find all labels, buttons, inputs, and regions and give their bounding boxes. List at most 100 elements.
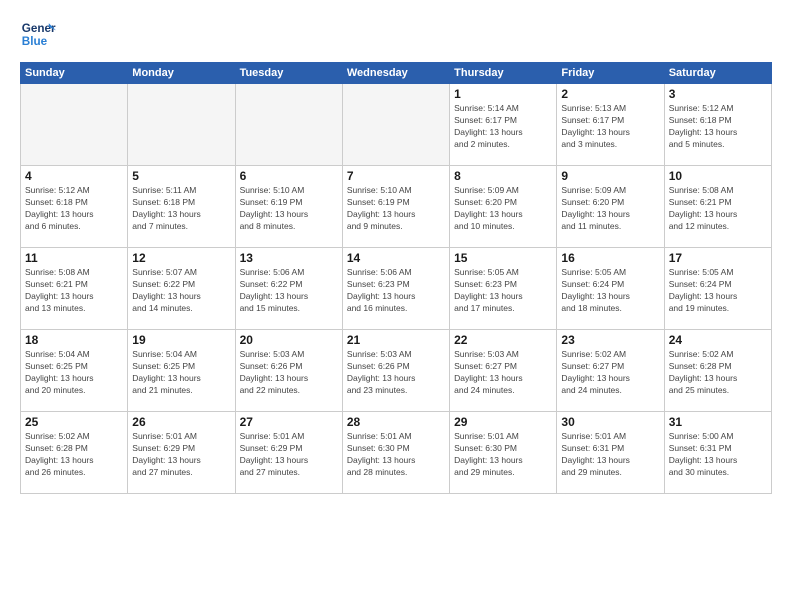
week-row-4: 18 Sunrise: 5:04 AM Sunset: 6:25 PM Dayli… (21, 330, 772, 412)
cell-day-number: 19 (132, 333, 230, 347)
cell-day-number: 5 (132, 169, 230, 183)
calendar-cell: 14 Sunrise: 5:06 AM Sunset: 6:23 PM Dayli… (342, 248, 449, 330)
calendar-cell: 11Sunrise: 5:08 AM Sunset: 6:21 PM Dayli… (21, 248, 128, 330)
cell-info: Sunrise: 5:04 AM Sunset: 6:25 PM Dayligh… (132, 349, 230, 397)
cell-info: Sunrise: 5:01 AM Sunset: 6:29 PM Dayligh… (240, 431, 338, 479)
calendar-cell: 17Sunrise: 5:05 AM Sunset: 6:24 PM Dayli… (664, 248, 771, 330)
calendar-cell: 28Sunrise: 5:01 AM Sunset: 6:30 PM Dayli… (342, 412, 449, 494)
cell-day-number: 30 (561, 415, 659, 429)
cell-info: Sunrise: 5:01 AM Sunset: 6:30 PM Dayligh… (347, 431, 445, 479)
calendar-cell: 26 Sunrise: 5:01 AM Sunset: 6:29 PM Dayli… (128, 412, 235, 494)
cell-info: Sunrise: 5:10 AM Sunset: 6:19 PM Dayligh… (347, 185, 445, 233)
cell-day-number: 24 (669, 333, 767, 347)
calendar-body: 1Sunrise: 5:14 AM Sunset: 6:17 PM Daylig… (21, 84, 772, 494)
cell-info: Sunrise: 5:01 AM Sunset: 6:31 PM Dayligh… (561, 431, 659, 479)
calendar-cell (21, 84, 128, 166)
cell-day-number: 10 (669, 169, 767, 183)
calendar-cell: 23 Sunrise: 5:02 AM Sunset: 6:27 PM Dayli… (557, 330, 664, 412)
cell-info: Sunrise: 5:06 AM Sunset: 6:22 PM Dayligh… (240, 267, 338, 315)
cell-day-number: 20 (240, 333, 338, 347)
day-header-tuesday: Tuesday (235, 63, 342, 84)
cell-day-number: 18 (25, 333, 123, 347)
day-header-friday: Friday (557, 63, 664, 84)
cell-day-number: 8 (454, 169, 552, 183)
calendar-cell: 4Sunrise: 5:12 AM Sunset: 6:18 PM Daylig… (21, 166, 128, 248)
cell-info: Sunrise: 5:11 AM Sunset: 6:18 PM Dayligh… (132, 185, 230, 233)
calendar-cell: 30 Sunrise: 5:01 AM Sunset: 6:31 PM Dayli… (557, 412, 664, 494)
day-header-wednesday: Wednesday (342, 63, 449, 84)
day-header-sunday: Sunday (21, 63, 128, 84)
cell-info: Sunrise: 5:07 AM Sunset: 6:22 PM Dayligh… (132, 267, 230, 315)
cell-day-number: 11 (25, 251, 123, 265)
day-header-row: SundayMondayTuesdayWednesdayThursdayFrid… (21, 63, 772, 84)
calendar-cell: 20 Sunrise: 5:03 AM Sunset: 6:26 PM Dayli… (235, 330, 342, 412)
calendar-cell: 18 Sunrise: 5:04 AM Sunset: 6:25 PM Dayli… (21, 330, 128, 412)
calendar: SundayMondayTuesdayWednesdayThursdayFrid… (20, 62, 772, 494)
calendar-cell: 2 Sunrise: 5:13 AM Sunset: 6:17 PM Daylig… (557, 84, 664, 166)
calendar-cell: 5 Sunrise: 5:11 AM Sunset: 6:18 PM Daylig… (128, 166, 235, 248)
cell-day-number: 23 (561, 333, 659, 347)
cell-info: Sunrise: 5:05 AM Sunset: 6:24 PM Dayligh… (669, 267, 767, 315)
calendar-cell: 27 Sunrise: 5:01 AM Sunset: 6:29 PM Dayli… (235, 412, 342, 494)
svg-text:Blue: Blue (22, 35, 48, 48)
cell-info: Sunrise: 5:02 AM Sunset: 6:28 PM Dayligh… (25, 431, 123, 479)
week-row-3: 11Sunrise: 5:08 AM Sunset: 6:21 PM Dayli… (21, 248, 772, 330)
cell-day-number: 27 (240, 415, 338, 429)
cell-info: Sunrise: 5:09 AM Sunset: 6:20 PM Dayligh… (561, 185, 659, 233)
cell-info: Sunrise: 5:00 AM Sunset: 6:31 PM Dayligh… (669, 431, 767, 479)
cell-info: Sunrise: 5:03 AM Sunset: 6:27 PM Dayligh… (454, 349, 552, 397)
calendar-header: SundayMondayTuesdayWednesdayThursdayFrid… (21, 63, 772, 84)
cell-day-number: 2 (561, 87, 659, 101)
cell-info: Sunrise: 5:01 AM Sunset: 6:29 PM Dayligh… (132, 431, 230, 479)
page: General Blue SundayMondayTuesdayWednesda… (0, 0, 792, 612)
cell-day-number: 22 (454, 333, 552, 347)
calendar-cell: 29Sunrise: 5:01 AM Sunset: 6:30 PM Dayli… (450, 412, 557, 494)
cell-day-number: 3 (669, 87, 767, 101)
cell-day-number: 9 (561, 169, 659, 183)
calendar-cell (235, 84, 342, 166)
calendar-cell (342, 84, 449, 166)
cell-day-number: 26 (132, 415, 230, 429)
logo: General Blue (20, 16, 60, 52)
cell-day-number: 31 (669, 415, 767, 429)
cell-info: Sunrise: 5:06 AM Sunset: 6:23 PM Dayligh… (347, 267, 445, 315)
cell-info: Sunrise: 5:03 AM Sunset: 6:26 PM Dayligh… (240, 349, 338, 397)
calendar-cell (128, 84, 235, 166)
cell-day-number: 16 (561, 251, 659, 265)
cell-day-number: 21 (347, 333, 445, 347)
calendar-cell: 21Sunrise: 5:03 AM Sunset: 6:26 PM Dayli… (342, 330, 449, 412)
cell-day-number: 13 (240, 251, 338, 265)
calendar-cell: 13 Sunrise: 5:06 AM Sunset: 6:22 PM Dayli… (235, 248, 342, 330)
calendar-cell: 10Sunrise: 5:08 AM Sunset: 6:21 PM Dayli… (664, 166, 771, 248)
week-row-2: 4Sunrise: 5:12 AM Sunset: 6:18 PM Daylig… (21, 166, 772, 248)
cell-info: Sunrise: 5:14 AM Sunset: 6:17 PM Dayligh… (454, 103, 552, 151)
cell-info: Sunrise: 5:10 AM Sunset: 6:19 PM Dayligh… (240, 185, 338, 233)
calendar-cell: 25Sunrise: 5:02 AM Sunset: 6:28 PM Dayli… (21, 412, 128, 494)
day-header-saturday: Saturday (664, 63, 771, 84)
cell-info: Sunrise: 5:01 AM Sunset: 6:30 PM Dayligh… (454, 431, 552, 479)
cell-day-number: 15 (454, 251, 552, 265)
calendar-cell: 31 Sunrise: 5:00 AM Sunset: 6:31 PM Dayli… (664, 412, 771, 494)
week-row-1: 1Sunrise: 5:14 AM Sunset: 6:17 PM Daylig… (21, 84, 772, 166)
cell-info: Sunrise: 5:13 AM Sunset: 6:17 PM Dayligh… (561, 103, 659, 151)
cell-info: Sunrise: 5:02 AM Sunset: 6:27 PM Dayligh… (561, 349, 659, 397)
cell-day-number: 4 (25, 169, 123, 183)
cell-info: Sunrise: 5:12 AM Sunset: 6:18 PM Dayligh… (669, 103, 767, 151)
cell-info: Sunrise: 5:05 AM Sunset: 6:23 PM Dayligh… (454, 267, 552, 315)
svg-text:General: General (22, 22, 56, 35)
day-header-monday: Monday (128, 63, 235, 84)
cell-day-number: 6 (240, 169, 338, 183)
cell-info: Sunrise: 5:09 AM Sunset: 6:20 PM Dayligh… (454, 185, 552, 233)
calendar-cell: 12 Sunrise: 5:07 AM Sunset: 6:22 PM Dayli… (128, 248, 235, 330)
calendar-cell: 7 Sunrise: 5:10 AM Sunset: 6:19 PM Daylig… (342, 166, 449, 248)
cell-info: Sunrise: 5:04 AM Sunset: 6:25 PM Dayligh… (25, 349, 123, 397)
calendar-cell: 8 Sunrise: 5:09 AM Sunset: 6:20 PM Daylig… (450, 166, 557, 248)
week-row-5: 25Sunrise: 5:02 AM Sunset: 6:28 PM Dayli… (21, 412, 772, 494)
cell-day-number: 14 (347, 251, 445, 265)
cell-day-number: 7 (347, 169, 445, 183)
logo-icon: General Blue (20, 16, 56, 52)
day-header-thursday: Thursday (450, 63, 557, 84)
calendar-cell: 19 Sunrise: 5:04 AM Sunset: 6:25 PM Dayli… (128, 330, 235, 412)
calendar-cell: 16Sunrise: 5:05 AM Sunset: 6:24 PM Dayli… (557, 248, 664, 330)
cell-day-number: 12 (132, 251, 230, 265)
